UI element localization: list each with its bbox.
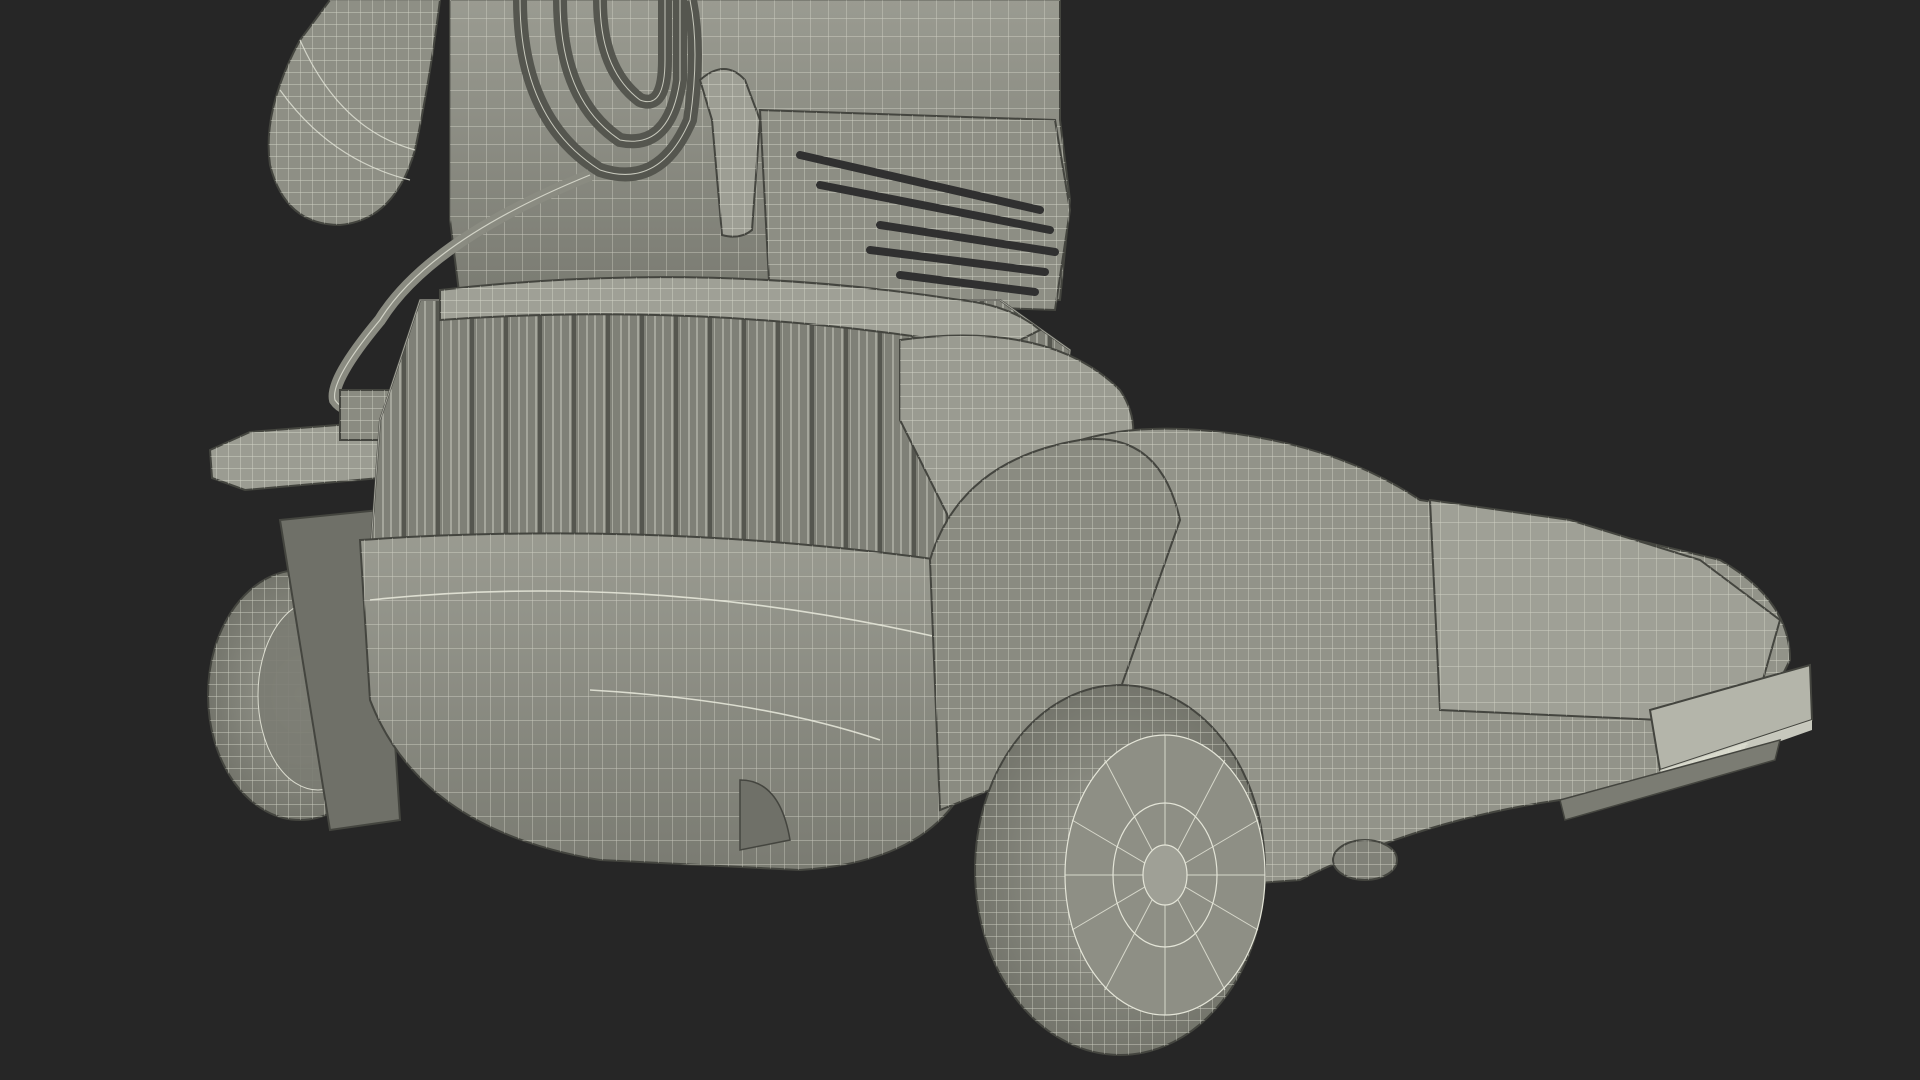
caster-wheel bbox=[1332, 839, 1398, 881]
hose-coil-left bbox=[267, 0, 442, 227]
lower-base bbox=[358, 532, 982, 872]
vent-panel bbox=[758, 108, 1072, 312]
render-viewport bbox=[0, 0, 1920, 1080]
vacuum-cleaner-wireframe-render bbox=[207, 0, 1814, 1056]
front-wheel bbox=[974, 684, 1266, 1056]
